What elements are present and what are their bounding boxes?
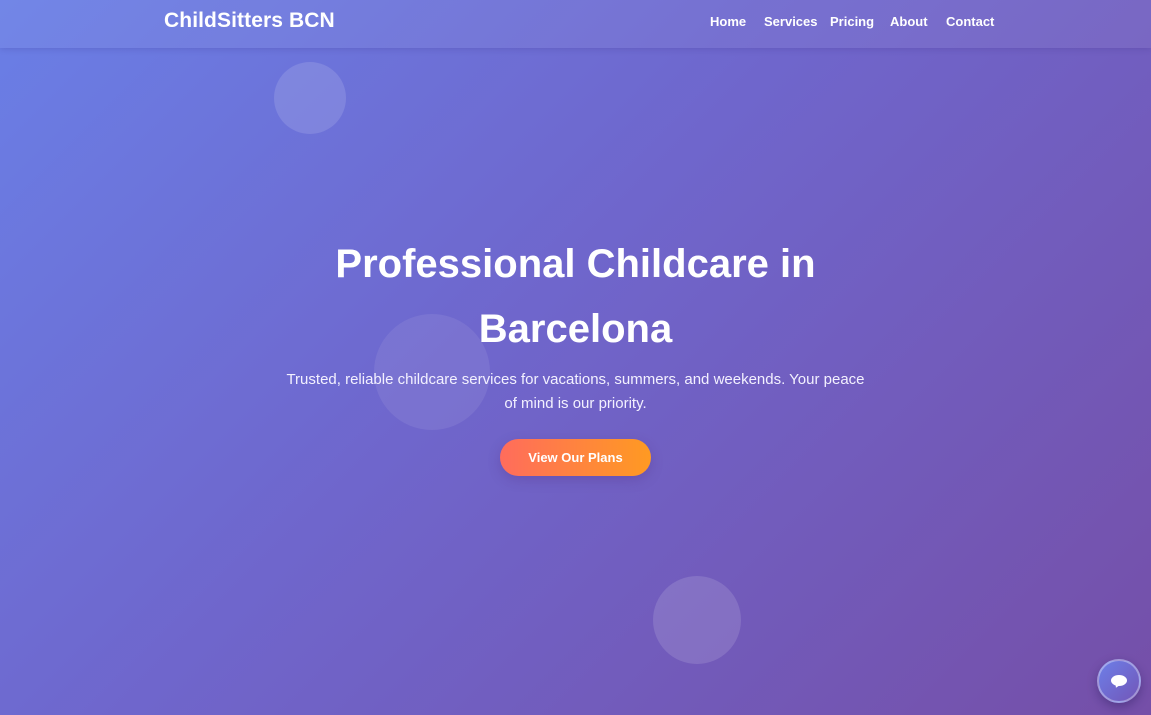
view-plans-button[interactable]: View Our Plans — [500, 439, 651, 476]
nav-link-contact[interactable]: Contact — [946, 14, 994, 29]
chat-widget-button[interactable] — [1097, 659, 1141, 703]
hero-section: Professional Childcare in Barcelona Trus… — [0, 232, 1151, 476]
nav-link-about[interactable]: About — [890, 14, 928, 29]
main-nav: Home Services Pricing About Contact — [0, 14, 1151, 34]
hero-title: Professional Childcare in Barcelona — [335, 242, 816, 351]
decorative-circle — [274, 62, 346, 134]
nav-link-pricing[interactable]: Pricing — [830, 14, 874, 29]
nav-link-home[interactable]: Home — [710, 14, 746, 29]
hero-subtitle: Trusted, reliable childcare services for… — [286, 371, 865, 412]
nav-link-services[interactable]: Services — [764, 14, 818, 29]
decorative-circle — [653, 576, 741, 664]
site-header: ChildSitters BCN Home Services Pricing A… — [0, 0, 1151, 48]
chat-bubble-icon — [1111, 675, 1127, 686]
